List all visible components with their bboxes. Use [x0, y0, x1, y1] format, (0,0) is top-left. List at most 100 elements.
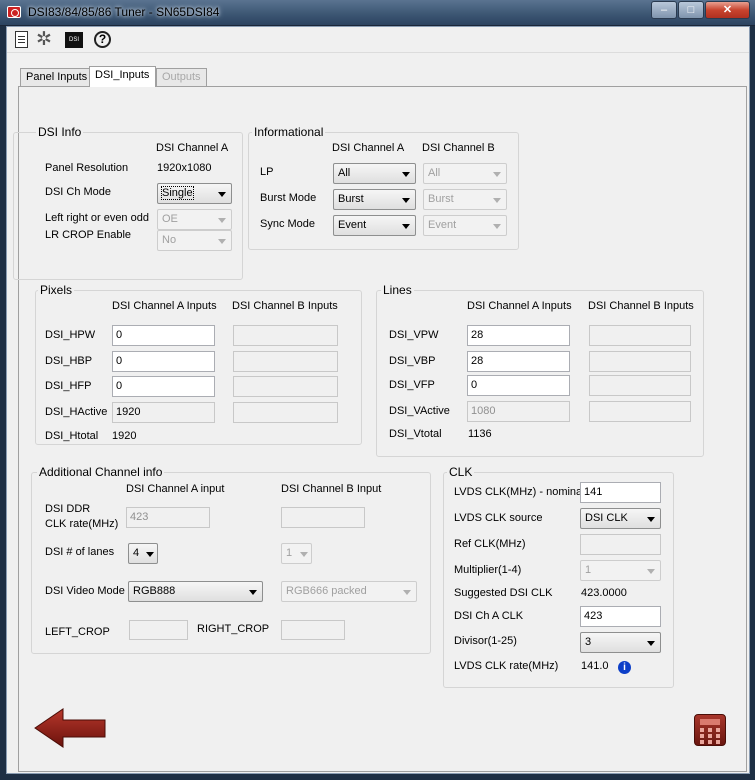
lvds-nominal-label: LVDS CLK(MHz) - nominal	[454, 486, 585, 498]
dsi-button[interactable]: DSI	[64, 30, 84, 50]
vbp-b-input[interactable]	[589, 351, 691, 372]
sync-mode-b-select[interactable]: Event	[423, 215, 507, 236]
vpw-a-input[interactable]: 28	[467, 325, 570, 346]
lr-crop-select[interactable]: No	[157, 230, 232, 251]
informational-title: Informational	[252, 125, 326, 139]
ddr-clk-label-line2: CLK rate(MHz)	[45, 518, 119, 530]
chevron-down-icon	[493, 172, 501, 177]
hpw-b-input[interactable]	[233, 325, 338, 346]
dsi-inputs-panel: DSI Info DSI Channel A Panel Resolution …	[13, 86, 747, 772]
hbp-label: DSI_HBP	[45, 355, 93, 367]
lp-b-select[interactable]: All	[423, 163, 507, 184]
close-button[interactable]: ✕	[705, 1, 750, 19]
lr-crop-label: LR CROP Enable	[45, 229, 132, 241]
sync-mode-a-select[interactable]: Event	[333, 215, 416, 236]
chevron-down-icon	[647, 569, 655, 574]
clk-title: CLK	[447, 465, 475, 479]
vfp-b-input[interactable]	[589, 375, 691, 396]
left-right-select[interactable]: OE	[157, 209, 232, 230]
vactive-b-input[interactable]	[589, 401, 691, 422]
burst-mode-a-select[interactable]: Burst	[333, 189, 416, 210]
lp-label: LP	[260, 166, 274, 178]
chevron-down-icon	[493, 198, 501, 203]
dsi-ch-mode-value: Single	[161, 186, 194, 200]
pixels-header-a: DSI Channel A Inputs	[112, 300, 217, 312]
divisor-value: 3	[585, 636, 592, 648]
settings-button[interactable]: ✲	[34, 30, 54, 50]
left-right-value: OE	[162, 213, 178, 225]
lanes-label: DSI # of lanes	[45, 546, 115, 558]
hactive-b-input[interactable]	[233, 402, 338, 423]
lanes-b-select[interactable]: 1	[281, 543, 312, 564]
vfp-label: DSI_VFP	[389, 379, 435, 391]
right-crop-label: RIGHT_CROP	[197, 623, 270, 635]
toolbar: ✲ DSI ?	[7, 27, 749, 53]
right-crop-input[interactable]	[281, 620, 345, 640]
tab-outputs[interactable]: Outputs	[156, 68, 207, 86]
left-crop-label: LEFT_CROP	[45, 626, 110, 638]
ddr-clk-b-input[interactable]	[281, 507, 365, 528]
vtotal-value: 1136	[468, 428, 492, 440]
multiplier-select[interactable]: 1	[580, 560, 661, 581]
vactive-label: DSI_VActive	[389, 405, 450, 417]
video-mode-a-select[interactable]: RGB888	[128, 581, 263, 602]
hpw-a-input[interactable]: 0	[112, 325, 215, 346]
video-mode-b-select[interactable]: RGB666 packed	[281, 581, 417, 602]
title-bar: DSI83/84/85/86 Tuner - SN65DSI84 – □ ✕	[0, 0, 755, 26]
lvds-rate-value: 141.0	[581, 660, 609, 672]
hbp-b-input[interactable]	[233, 351, 338, 372]
chevron-down-icon	[402, 198, 410, 203]
dsi-info-group	[13, 132, 243, 280]
maximize-button[interactable]: □	[678, 1, 704, 19]
pixels-title: Pixels	[38, 283, 75, 297]
chevron-down-icon	[218, 218, 226, 223]
lr-crop-value: No	[162, 234, 177, 246]
chevron-down-icon	[493, 224, 501, 229]
vpw-b-input[interactable]	[589, 325, 691, 346]
back-arrow-button[interactable]	[33, 707, 107, 749]
help-button[interactable]: ?	[93, 30, 113, 50]
ddr-clk-a-input[interactable]: 423	[126, 507, 210, 528]
left-crop-input[interactable]	[129, 620, 188, 640]
hactive-a-input[interactable]: 1920	[112, 402, 215, 423]
vbp-a-input[interactable]: 28	[467, 351, 570, 372]
minimize-button[interactable]: –	[651, 1, 677, 19]
dsi-ch-mode-select[interactable]: Single	[157, 183, 232, 204]
lvds-rate-label: LVDS CLK rate(MHz)	[454, 660, 559, 672]
dsi-ch-a-clk-input[interactable]: 423	[580, 606, 661, 627]
hfp-b-input[interactable]	[233, 376, 338, 397]
additional-header-a: DSI Channel A input	[126, 483, 225, 495]
hbp-a-input[interactable]: 0	[112, 351, 215, 372]
dsi-ch-a-clk-label: DSI Ch A CLK	[454, 610, 524, 622]
divisor-select[interactable]: 3	[580, 632, 661, 653]
vfp-a-input[interactable]: 0	[467, 375, 570, 396]
info-icon[interactable]: i	[618, 661, 631, 674]
calculator-icon[interactable]	[694, 714, 726, 746]
burst-mode-label: Burst Mode	[260, 192, 317, 204]
lvds-nominal-input[interactable]: 141	[580, 482, 661, 503]
lanes-a-value: 4	[133, 547, 140, 559]
help-icon: ?	[94, 31, 111, 48]
video-mode-a-value: RGB888	[133, 585, 176, 597]
suggested-dsi-clk-label: Suggested DSI CLK	[454, 587, 553, 599]
chevron-down-icon	[403, 590, 411, 595]
hfp-a-input[interactable]: 0	[112, 376, 215, 397]
ref-clk-input[interactable]	[580, 534, 661, 555]
burst-mode-a-value: Burst	[338, 193, 364, 205]
chevron-down-icon	[647, 517, 655, 522]
lp-a-select[interactable]: All	[333, 163, 416, 184]
lanes-a-select[interactable]: 4	[128, 543, 158, 564]
chevron-down-icon	[402, 172, 410, 177]
window-client-area: ✲ DSI ? Panel Inputs DSI_Inputs Outputs …	[6, 26, 750, 774]
lvds-source-label: LVDS CLK source	[454, 512, 543, 524]
tab-dsi-inputs[interactable]: DSI_Inputs	[89, 66, 156, 87]
lvds-source-select[interactable]: DSI CLK	[580, 508, 661, 529]
vactive-a-input[interactable]: 1080	[467, 401, 570, 422]
burst-mode-b-select[interactable]: Burst	[423, 189, 507, 210]
document-icon	[15, 31, 28, 48]
hpw-label: DSI_HPW	[45, 329, 96, 341]
panel-resolution-value: 1920x1080	[157, 162, 212, 174]
new-document-button[interactable]	[12, 30, 32, 50]
additional-header-b: DSI Channel B Input	[281, 483, 382, 495]
tab-panel-inputs[interactable]: Panel Inputs	[20, 68, 90, 86]
